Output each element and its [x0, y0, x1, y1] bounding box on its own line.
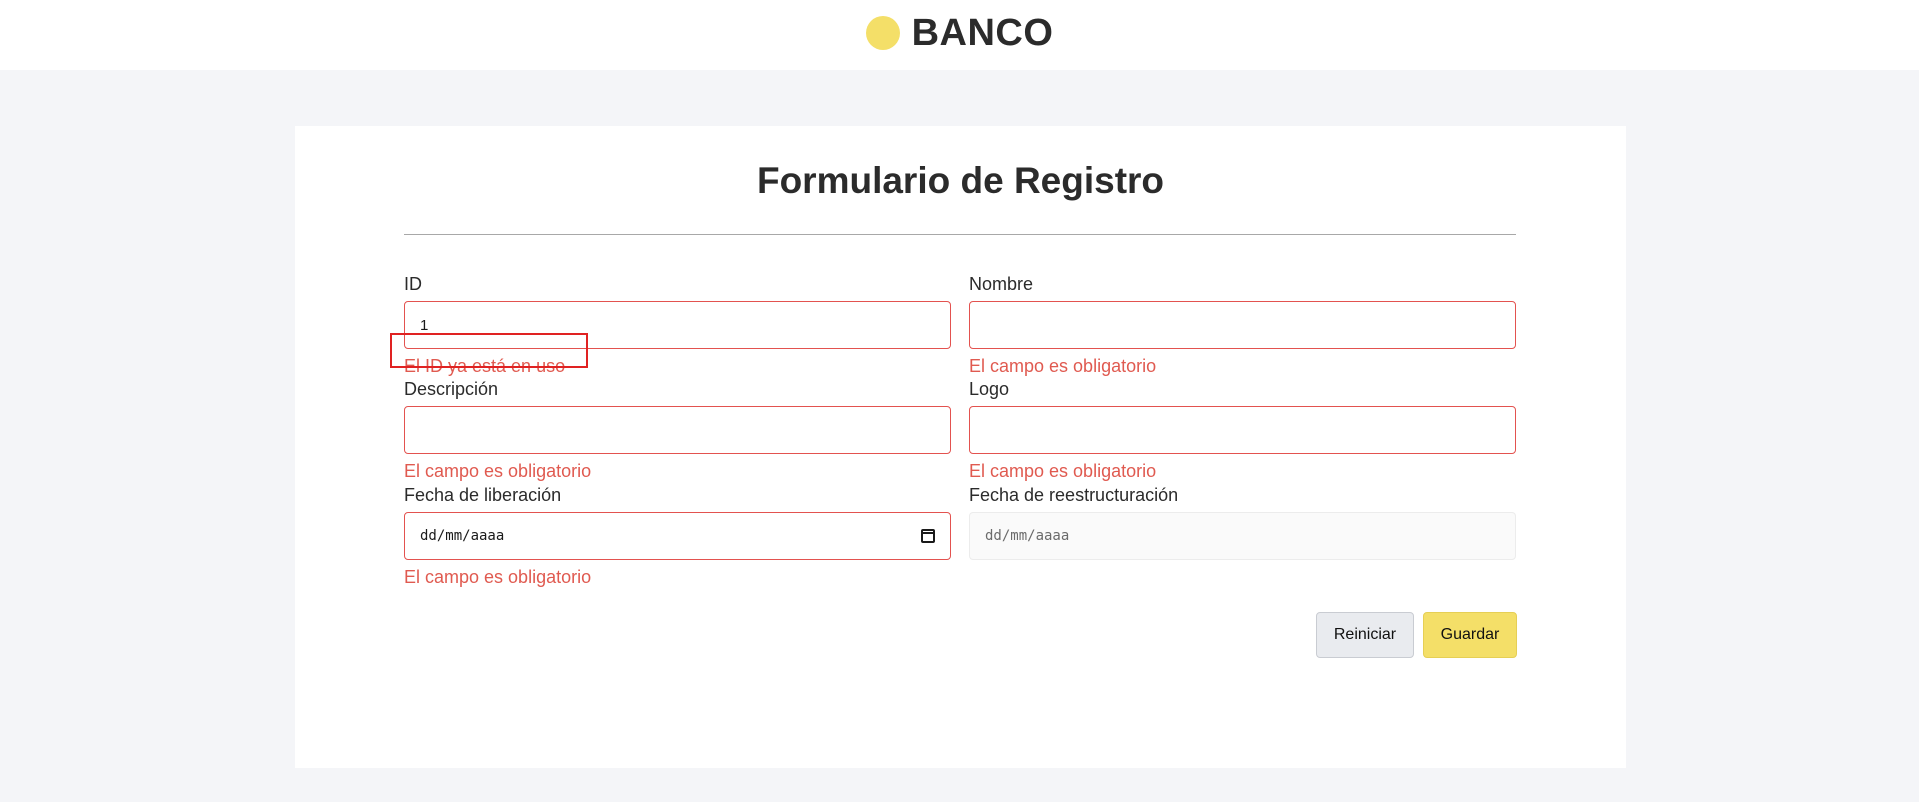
- field-id-label: ID: [404, 274, 422, 294]
- registration-form-card: Formulario de Registro ID 1 El ID ya est…: [295, 126, 1626, 768]
- field-fecha-liberacion: Fecha de liberación dd/mm/aaaa El campo …: [404, 483, 951, 589]
- top-bar: BANCO: [0, 0, 1919, 70]
- fecha-liberacion-error-message: El campo es obligatorio: [404, 567, 592, 587]
- field-logo: Logo El campo es obligatorio: [969, 377, 1516, 483]
- id-input-value: 1: [420, 316, 429, 334]
- fecha-reestructuracion-value: dd/mm/aaaa: [985, 528, 1070, 544]
- fecha-liberacion-value: dd/mm/aaaa: [420, 528, 505, 544]
- field-fecha-liberacion-label: Fecha de liberación: [404, 485, 562, 505]
- title-divider: [404, 234, 1516, 235]
- field-nombre: Nombre El campo es obligatorio: [969, 272, 1516, 378]
- nombre-input[interactable]: [969, 301, 1516, 349]
- brand-name: BANCO: [911, 11, 1054, 54]
- reset-button[interactable]: Reiniciar: [1316, 612, 1414, 658]
- fecha-liberacion-date-input[interactable]: dd/mm/aaaa: [404, 512, 951, 560]
- field-logo-label: Logo: [969, 379, 1010, 399]
- fecha-reestructuracion-date-input: dd/mm/aaaa: [969, 512, 1516, 560]
- logo-input[interactable]: [969, 406, 1516, 454]
- brand-logo-icon: [865, 16, 900, 50]
- field-descripcion-label: Descripción: [404, 379, 499, 399]
- brand[interactable]: BANCO: [865, 11, 1054, 55]
- calendar-icon[interactable]: [921, 529, 935, 543]
- field-descripcion: Descripción El campo es obligatorio: [404, 377, 951, 483]
- error-highlight-box: [390, 333, 588, 368]
- nombre-error-message: El campo es obligatorio: [969, 356, 1157, 376]
- logo-error-message: El campo es obligatorio: [969, 461, 1157, 481]
- form-title: Formulario de Registro: [756, 160, 1165, 201]
- field-fecha-reestructuracion: Fecha de reestructuración dd/mm/aaaa: [969, 483, 1516, 560]
- field-nombre-label: Nombre: [969, 274, 1034, 294]
- field-fecha-reestructuracion-label: Fecha de reestructuración: [969, 485, 1179, 505]
- descripcion-error-message: El campo es obligatorio: [404, 461, 592, 481]
- descripcion-input[interactable]: [404, 406, 951, 454]
- save-button[interactable]: Guardar: [1423, 612, 1517, 658]
